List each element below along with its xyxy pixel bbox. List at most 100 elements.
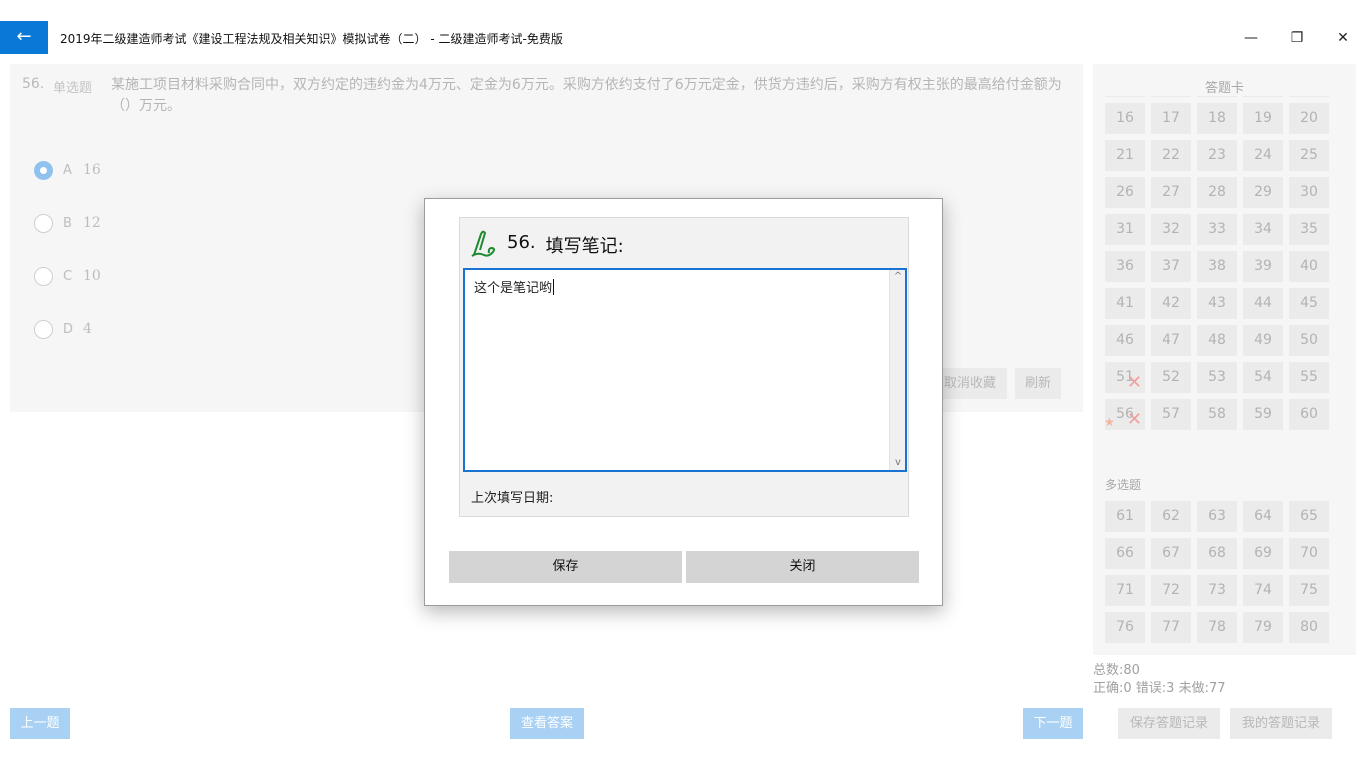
answer-cell-51[interactable]: 51 ✕: [1105, 362, 1145, 393]
answer-cell-12[interactable]: 12: [1151, 96, 1191, 97]
my-record-button[interactable]: 我的答题记录: [1230, 708, 1332, 739]
answer-cell-66[interactable]: 66: [1105, 538, 1145, 569]
save-note-button[interactable]: 保存: [449, 551, 682, 583]
answer-cell-41[interactable]: 41: [1105, 288, 1145, 319]
scroll-down-icon[interactable]: v: [890, 456, 906, 470]
answer-cell-56[interactable]: 56 ★ ✕: [1105, 399, 1145, 430]
answer-cell-31[interactable]: 31: [1105, 214, 1145, 245]
answer-cell-45[interactable]: 45: [1289, 288, 1329, 319]
answer-cell-42[interactable]: 42: [1151, 288, 1191, 319]
back-button[interactable]: ←: [0, 21, 48, 54]
answer-cell-20[interactable]: 20: [1289, 103, 1329, 134]
answer-cell-18[interactable]: 18: [1197, 103, 1237, 134]
refresh-button[interactable]: 刷新: [1015, 368, 1061, 399]
answer-cell-27[interactable]: 27: [1151, 177, 1191, 208]
answer-cell-68[interactable]: 68: [1197, 538, 1237, 569]
answer-cell-74[interactable]: 74: [1243, 575, 1283, 606]
scroll-up-icon[interactable]: ^: [890, 270, 906, 284]
answer-cell-49[interactable]: 49: [1243, 325, 1283, 356]
close-window-button[interactable]: ✕: [1331, 28, 1355, 48]
answer-cell-14[interactable]: 14: [1243, 96, 1283, 97]
answer-cell-17[interactable]: 17: [1151, 103, 1191, 134]
answer-cell-22[interactable]: 22: [1151, 140, 1191, 171]
answer-cell-57[interactable]: 57: [1151, 399, 1191, 430]
answer-cell-30[interactable]: 30: [1289, 177, 1329, 208]
cell-number: 31: [1116, 221, 1134, 237]
answer-cell-29[interactable]: 29: [1243, 177, 1283, 208]
answer-cell-77[interactable]: 77: [1151, 612, 1191, 643]
answer-cell-53[interactable]: 53: [1197, 362, 1237, 393]
answer-cell-36[interactable]: 36: [1105, 251, 1145, 282]
answer-cell-47[interactable]: 47: [1151, 325, 1191, 356]
view-answer-button[interactable]: 查看答案: [510, 708, 584, 739]
single-choice-grid[interactable]: 11 12 13 14 15 16 17 18 19 20 21 22 23 24 25 26 27 28 29 30…: [1105, 96, 1345, 476]
answer-cell-16[interactable]: 16: [1105, 103, 1145, 134]
answer-cell-15[interactable]: 15: [1289, 96, 1329, 97]
cell-number: 64: [1254, 508, 1272, 524]
answer-cell-13[interactable]: 13: [1197, 96, 1237, 97]
answer-cell-58[interactable]: 58: [1197, 399, 1237, 430]
answer-cell-78[interactable]: 78: [1197, 612, 1237, 643]
close-note-button[interactable]: 关闭: [686, 551, 919, 583]
answer-cell-52[interactable]: 52: [1151, 362, 1191, 393]
answer-cell-79[interactable]: 79: [1243, 612, 1283, 643]
answer-cell-60[interactable]: 60: [1289, 399, 1329, 430]
answer-cell-19[interactable]: 19: [1243, 103, 1283, 134]
answer-cell-61[interactable]: 61: [1105, 501, 1145, 532]
option-c[interactable]: C 10: [34, 265, 101, 287]
answer-cell-21[interactable]: 21: [1105, 140, 1145, 171]
answer-cell-55[interactable]: 55: [1289, 362, 1329, 393]
radio-icon[interactable]: [34, 319, 53, 339]
option-b[interactable]: B 12: [34, 212, 101, 234]
answer-cell-69[interactable]: 69: [1243, 538, 1283, 569]
answer-cell-54[interactable]: 54: [1243, 362, 1283, 393]
answer-cell-46[interactable]: 46: [1105, 325, 1145, 356]
unfavorite-button[interactable]: 取消收藏: [933, 368, 1007, 399]
prev-question-button[interactable]: 上一题: [10, 708, 70, 739]
answer-cell-32[interactable]: 32: [1151, 214, 1191, 245]
radio-selected-icon[interactable]: [34, 160, 53, 180]
next-question-button[interactable]: 下一题: [1023, 708, 1083, 739]
answer-cell-70[interactable]: 70: [1289, 538, 1329, 569]
last-date-label: 上次填写日期:: [471, 491, 554, 506]
answer-cell-24[interactable]: 24: [1243, 140, 1283, 171]
answer-cell-64[interactable]: 64: [1243, 501, 1283, 532]
answer-cell-44[interactable]: 44: [1243, 288, 1283, 319]
answer-cell-37[interactable]: 37: [1151, 251, 1191, 282]
radio-icon[interactable]: [34, 266, 53, 286]
answer-cell-28[interactable]: 28: [1197, 177, 1237, 208]
answer-cell-63[interactable]: 63: [1197, 501, 1237, 532]
save-record-button[interactable]: 保存答题记录: [1118, 708, 1220, 739]
minimize-button[interactable]: —: [1239, 28, 1263, 48]
note-textarea[interactable]: 这个是笔记哟 ^ v: [463, 268, 907, 472]
answer-cell-40[interactable]: 40: [1289, 251, 1329, 282]
cell-number: 70: [1300, 545, 1318, 561]
answer-cell-76[interactable]: 76: [1105, 612, 1145, 643]
maximize-button[interactable]: ❐: [1285, 28, 1309, 48]
answer-cell-73[interactable]: 73: [1197, 575, 1237, 606]
answer-cell-33[interactable]: 33: [1197, 214, 1237, 245]
answer-cell-34[interactable]: 34: [1243, 214, 1283, 245]
answer-cell-26[interactable]: 26: [1105, 177, 1145, 208]
answer-cell-75[interactable]: 75: [1289, 575, 1329, 606]
answer-cell-65[interactable]: 65: [1289, 501, 1329, 532]
answer-cell-80[interactable]: 80: [1289, 612, 1329, 643]
answer-cell-48[interactable]: 48: [1197, 325, 1237, 356]
option-a[interactable]: A 16: [34, 159, 101, 181]
answer-cell-62[interactable]: 62: [1151, 501, 1191, 532]
answer-cell-23[interactable]: 23: [1197, 140, 1237, 171]
answer-cell-67[interactable]: 67: [1151, 538, 1191, 569]
answer-cell-59[interactable]: 59: [1243, 399, 1283, 430]
answer-cell-25[interactable]: 25: [1289, 140, 1329, 171]
answer-cell-11[interactable]: 11: [1105, 96, 1145, 97]
answer-cell-43[interactable]: 43: [1197, 288, 1237, 319]
radio-icon[interactable]: [34, 213, 53, 233]
answer-cell-71[interactable]: 71: [1105, 575, 1145, 606]
note-scrollbar[interactable]: ^ v: [889, 270, 905, 470]
option-d[interactable]: D 4: [34, 318, 92, 340]
answer-cell-39[interactable]: 39: [1243, 251, 1283, 282]
answer-cell-50[interactable]: 50: [1289, 325, 1329, 356]
answer-cell-72[interactable]: 72: [1151, 575, 1191, 606]
answer-cell-35[interactable]: 35: [1289, 214, 1329, 245]
answer-cell-38[interactable]: 38: [1197, 251, 1237, 282]
